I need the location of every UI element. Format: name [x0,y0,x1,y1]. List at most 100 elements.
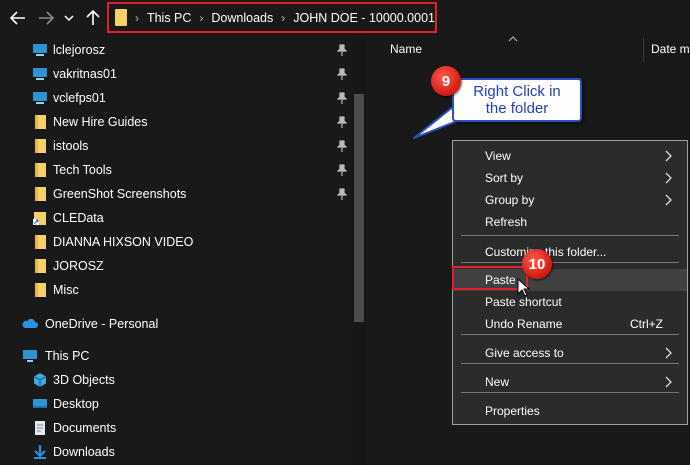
folder-icon [35,115,46,129]
nav-label: OneDrive - Personal [45,317,159,331]
downloads-icon [34,445,46,459]
monitor-icon [33,92,47,104]
chevron-right-icon [665,347,672,359]
breadcrumb-downloads[interactable]: Downloads [211,11,273,25]
nav-item-quick-access[interactable]: CLEData [0,206,360,230]
menu-item-label: View [485,149,511,163]
monitor-icon [23,350,37,362]
cloud-icon [22,318,38,328]
nav-item-quick-access[interactable]: vclefps01 [0,86,360,110]
forward-button[interactable] [36,8,56,28]
folder-icon [35,259,46,273]
menu-item-properties[interactable]: Properties [453,400,687,422]
nav-item-3d-objects[interactable]: 3D Objects [0,368,360,392]
step-badge-10: 10 [522,249,552,279]
callout-line-1: Right Click in [473,83,561,100]
nav-label: Documents [53,421,117,435]
menu-item-refresh[interactable]: Refresh [453,211,687,233]
nav-item-quick-access[interactable]: Misc [0,278,360,302]
desktop-icon [33,399,47,408]
callout-line-2: the folder [485,100,549,117]
column-header-name[interactable]: Name [390,42,422,56]
menu-item-label: Undo Rename [485,317,563,331]
nav-item-quick-access[interactable]: GreenShot Screenshots [0,182,360,206]
folder-icon [35,163,46,177]
nav-label: 3D Objects [53,373,115,387]
nav-label: lclejorosz [53,43,106,57]
menu-item-label: Properties [485,404,540,418]
nav-item-documents[interactable]: Documents [0,416,360,440]
nav-label: Tech Tools [53,163,112,177]
nav-item-quick-access[interactable]: New Hire Guides [0,110,360,134]
breadcrumb-current-folder[interactable]: JOHN DOE - 10000.0001 [293,11,435,25]
navigation-pane: lclejorosz vakritnas01 vclefps01 New Hire G… [0,36,370,465]
nav-item-quick-access[interactable]: DIANNA HIXSON VIDEO [0,230,360,254]
up-button[interactable] [83,8,103,28]
nav-item-quick-access[interactable]: istools [0,134,360,158]
menu-separator [461,262,679,263]
pin-icon[interactable] [337,188,347,200]
menu-item-give-access-to[interactable]: Give access to [453,342,687,364]
nav-label: New Hire Guides [53,115,148,129]
nav-item-downloads[interactable]: Downloads [0,440,360,464]
menu-separator [461,334,679,335]
breadcrumb-this-pc[interactable]: This PC [147,11,191,25]
monitor-icon [33,68,47,80]
pin-icon[interactable] [337,68,347,80]
folder-icon [35,283,46,297]
menu-item-new[interactable]: New [453,371,687,393]
column-divider[interactable] [643,38,644,62]
arrow-up-icon [86,10,100,25]
nav-label: Misc [53,283,79,297]
menu-item-label: Give access to [485,346,564,360]
nav-label: Downloads [53,445,115,459]
address-path[interactable]: › This PC › Downloads › JOHN DOE - 10000… [107,2,437,33]
pin-icon[interactable] [337,92,347,104]
nav-item-onedrive[interactable]: OneDrive - Personal [0,312,360,336]
address-bar: › This PC › Downloads › JOHN DOE - 10000… [0,0,690,36]
menu-item-label: New [485,375,510,389]
chevron-right-icon [665,194,672,206]
menu-item-group-by[interactable]: Group by [453,189,687,211]
arrow-left-icon [10,11,25,25]
cube-icon [33,373,47,387]
nav-label: JOROSZ [53,259,104,273]
menu-item-customize-this-folder[interactable]: Customize this folder... [453,241,687,263]
chevron-right-icon: › [199,10,204,25]
nav-item-quick-access[interactable]: JOROSZ [0,254,360,278]
recent-locations-button[interactable] [62,8,76,28]
scrollbar-thumb[interactable] [354,94,364,322]
callout-text: Right Click in the folder [454,83,580,117]
nav-item-desktop[interactable]: Desktop [0,392,360,416]
monitor-icon [33,44,47,56]
mouse-cursor-icon [517,278,531,297]
nav-label: istools [53,139,89,153]
menu-item-paste-shortcut[interactable]: Paste shortcut [453,291,687,313]
menu-item-undo-rename[interactable]: Undo Rename Ctrl+Z [453,313,687,335]
nav-label: Desktop [53,397,99,411]
nav-item-quick-access[interactable]: vakritnas01 [0,62,360,86]
nav-item-quick-access[interactable]: lclejorosz [0,38,360,62]
pin-icon[interactable] [337,116,347,128]
menu-shortcut: Ctrl+Z [630,317,663,331]
menu-item-sort-by[interactable]: Sort by [453,167,687,189]
pin-icon[interactable] [337,140,347,152]
folder-icon [35,187,46,201]
nav-item-quick-access[interactable]: Tech Tools [0,158,360,182]
nav-item-this-pc[interactable]: This PC [0,344,360,368]
column-header-date[interactable]: Date m [651,42,690,56]
pin-icon[interactable] [337,164,347,176]
chevron-right-icon [665,150,672,162]
back-button[interactable] [8,8,28,28]
pin-icon[interactable] [337,44,347,56]
nav-label: GreenShot Screenshots [53,187,187,201]
folder-icon [35,139,46,153]
documents-icon [35,421,45,435]
chevron-right-icon [665,376,672,388]
menu-separator [461,392,679,393]
step-badge-9: 9 [431,66,461,96]
annotation-callout: Right Click in the folder [452,78,582,122]
menu-separator [461,235,679,236]
menu-item-label: Group by [485,193,535,207]
menu-item-view[interactable]: View [453,145,687,167]
